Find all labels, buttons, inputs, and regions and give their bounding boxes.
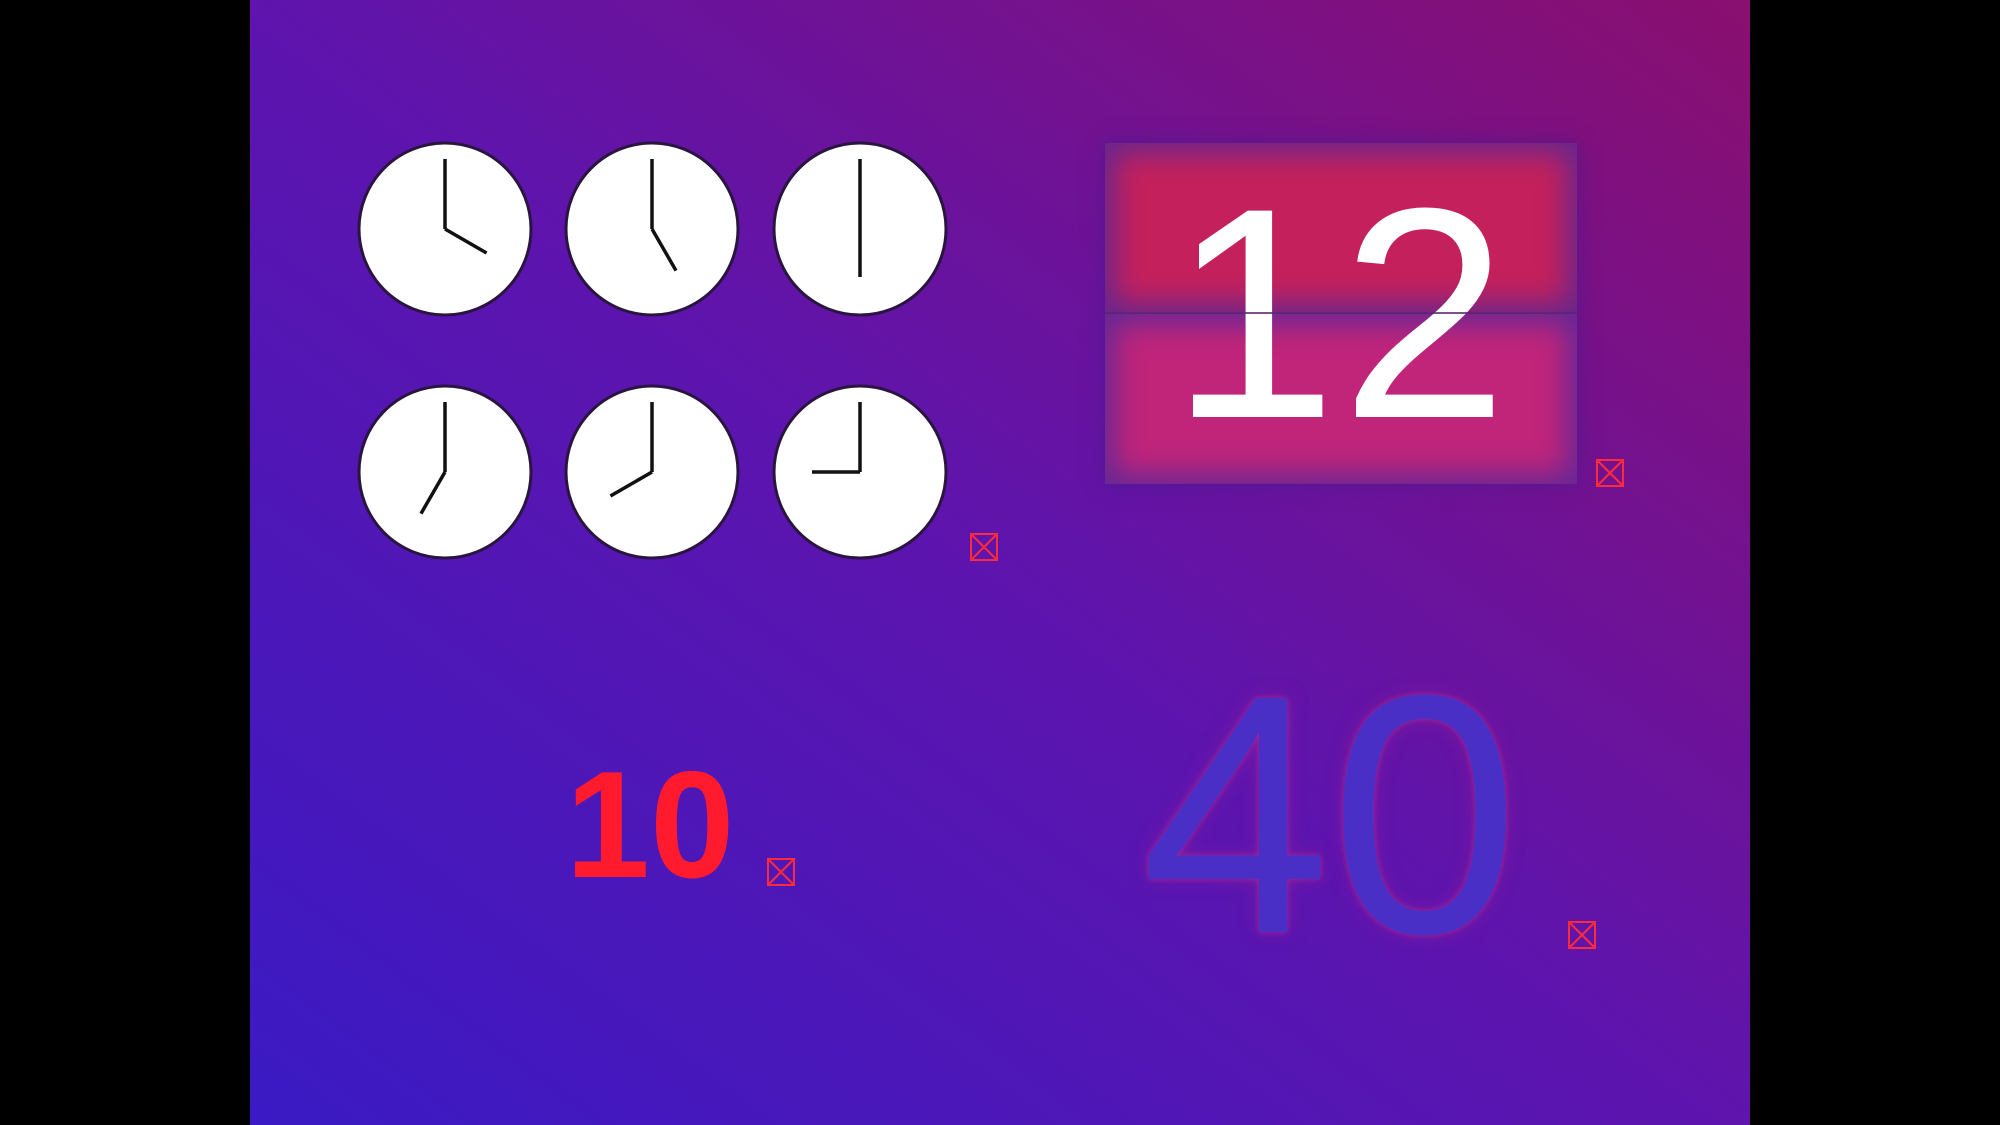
analog-clock — [771, 383, 949, 561]
flip-counter-divider — [1105, 312, 1577, 314]
analog-clock — [563, 383, 741, 561]
animation-stage: 12 10 40 — [250, 0, 1750, 1125]
red-counter-value: 10 — [565, 740, 735, 910]
broken-image-icon — [1596, 459, 1624, 487]
blue-counter-value: 40 — [1140, 625, 1520, 1005]
flip-counter: 12 — [1105, 143, 1577, 484]
analog-clock — [356, 140, 534, 318]
broken-image-icon — [767, 858, 795, 886]
broken-image-icon — [970, 533, 998, 561]
broken-image-icon — [1568, 921, 1596, 949]
analog-clock — [771, 140, 949, 318]
analog-clock — [563, 140, 741, 318]
analog-clock — [356, 383, 534, 561]
